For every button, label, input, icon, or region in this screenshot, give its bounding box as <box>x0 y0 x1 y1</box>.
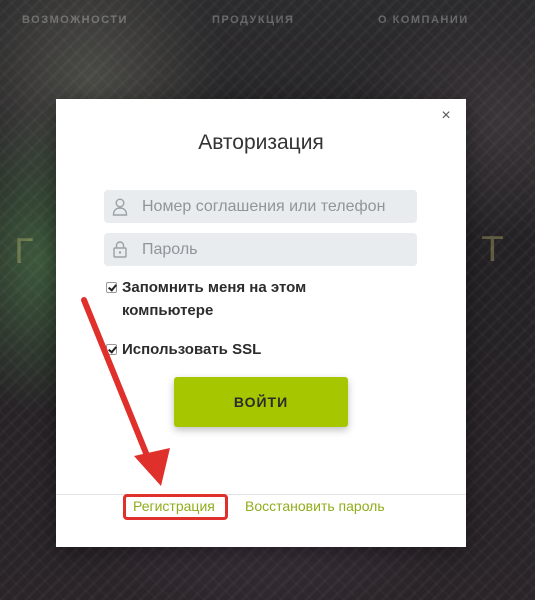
annotation-arrow-icon <box>81 297 170 486</box>
register-highlight-box <box>123 494 228 520</box>
